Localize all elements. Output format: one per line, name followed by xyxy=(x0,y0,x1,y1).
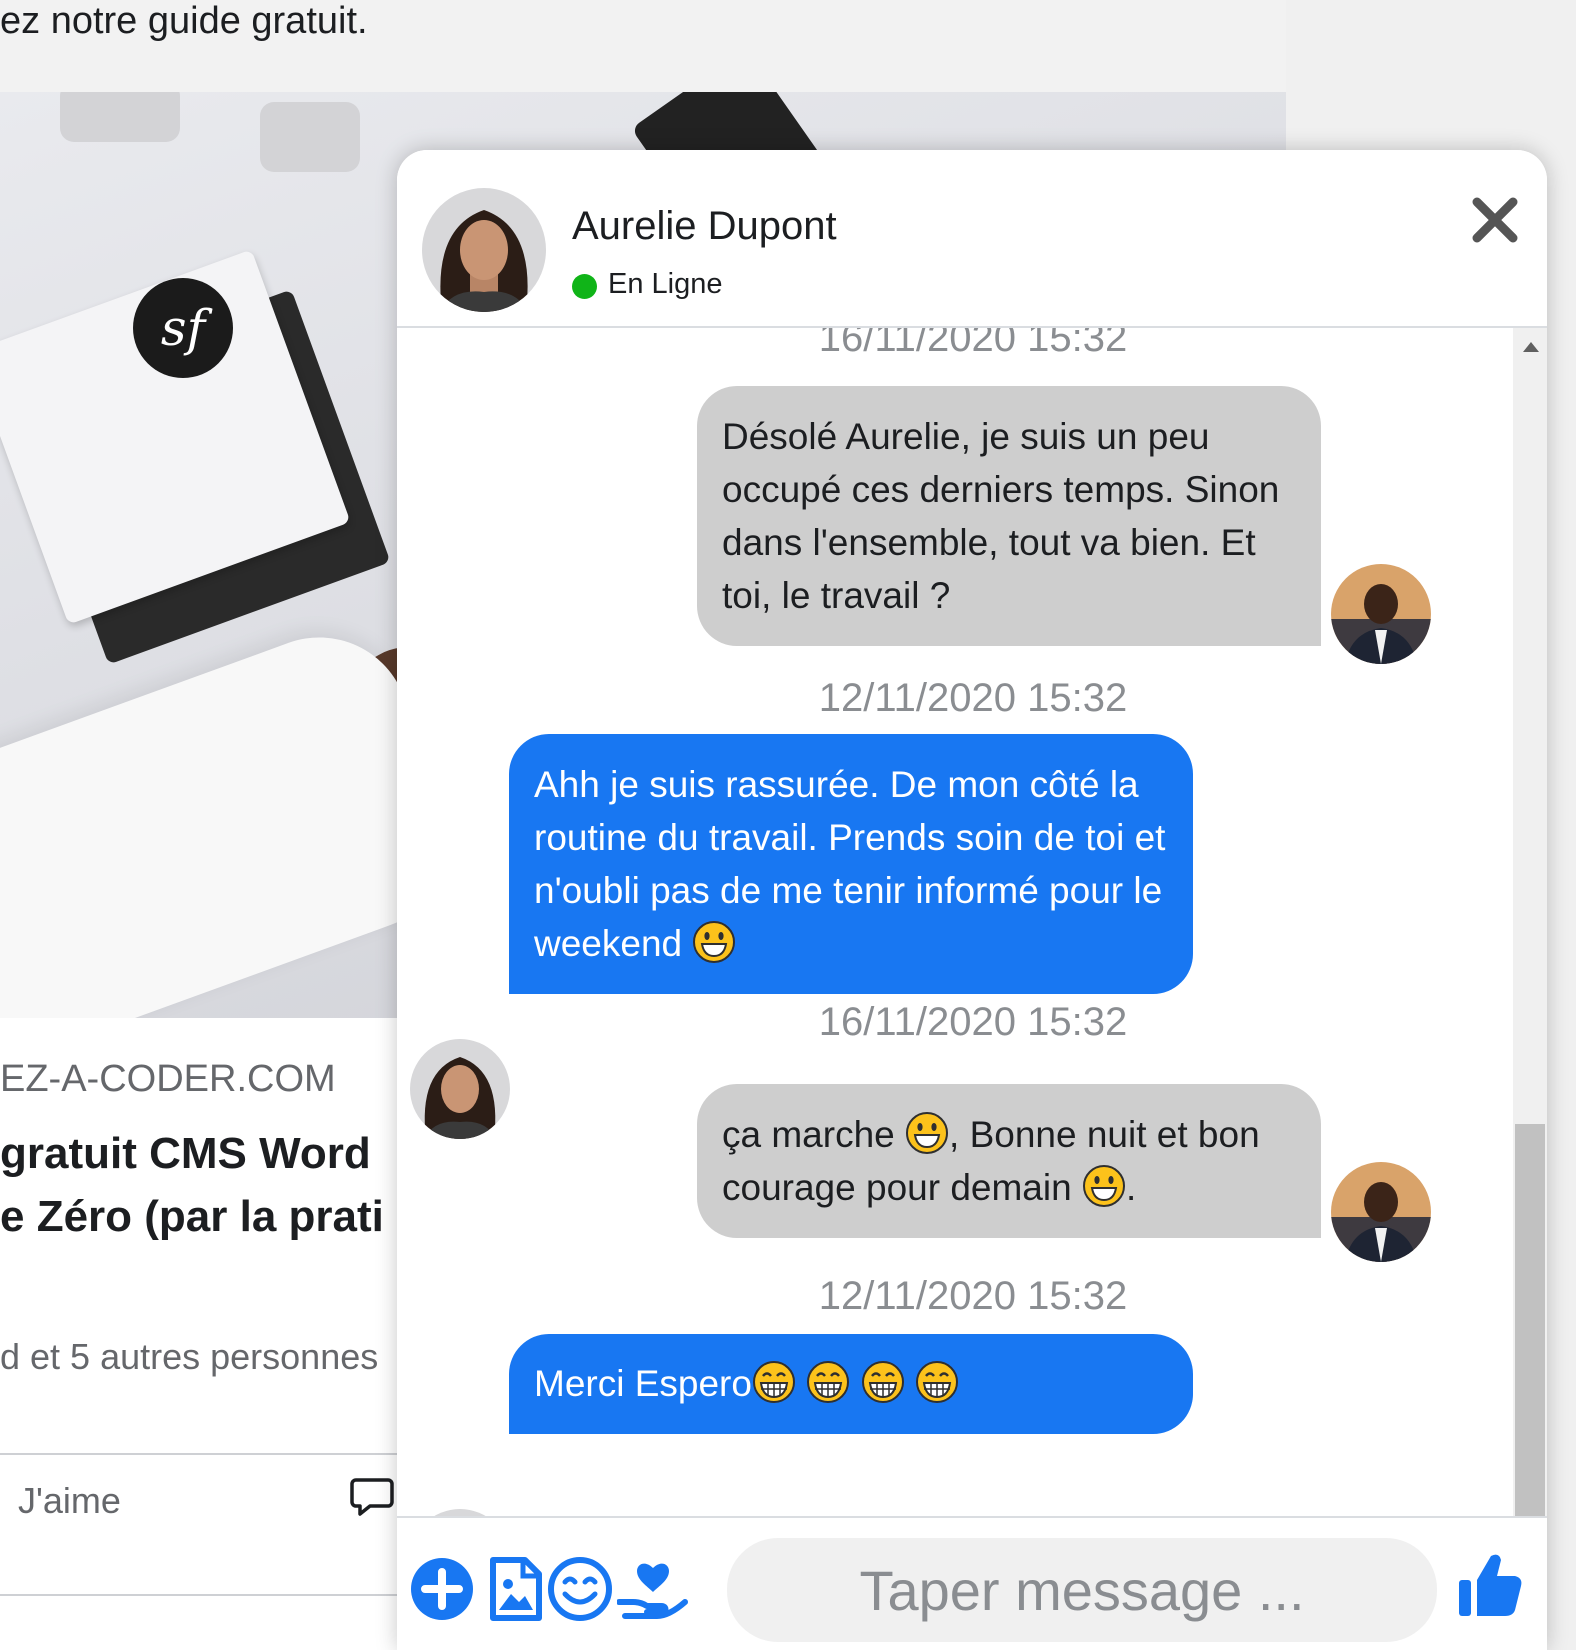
post-intro-text: ez notre guide gratuit. xyxy=(0,0,368,42)
message-text: ça marche xyxy=(722,1114,895,1155)
message-text: Merci Espero xyxy=(534,1363,752,1404)
contact-avatar[interactable] xyxy=(422,188,546,312)
post-domain: EZ-A-CODER.COM xyxy=(0,1058,336,1100)
contact-avatar-small[interactable] xyxy=(410,1039,510,1139)
decor-cube xyxy=(260,102,360,172)
beaming-emoji-icon xyxy=(861,1361,904,1403)
message-timestamp: 12/11/2020 15:32 xyxy=(818,676,1128,720)
image-file-icon[interactable] xyxy=(483,1556,549,1622)
heart-hand-icon[interactable] xyxy=(617,1556,689,1622)
message-text: Désolé Aurelie, je suis un peu occupé ce… xyxy=(722,416,1280,616)
chat-composer xyxy=(397,1516,1547,1650)
message-timestamp: 16/11/2020 15:32 xyxy=(818,1000,1128,1044)
messages-area[interactable]: 16/11/2020 15:32 Désolé Aurelie, je suis… xyxy=(397,328,1547,1650)
user-avatar[interactable] xyxy=(1331,564,1431,664)
symfony-logo-icon: sf xyxy=(133,278,233,378)
message-text: Ahh je suis rassurée. De mon côté la rou… xyxy=(534,764,1166,964)
thumbs-up-icon[interactable] xyxy=(1455,1550,1525,1620)
messages-scrollbar[interactable] xyxy=(1513,328,1547,1650)
beaming-emoji-icon xyxy=(807,1361,850,1403)
like-button[interactable]: J'aime xyxy=(18,1480,121,1522)
message-bubble-sent[interactable]: Désolé Aurelie, je suis un peu occupé ce… xyxy=(697,386,1321,646)
plus-circle-icon[interactable] xyxy=(409,1556,475,1622)
online-status-dot xyxy=(572,274,597,299)
grinning-emoji-icon xyxy=(1082,1165,1125,1207)
post-title[interactable]: gratuit CMS Word e Zéro (par la prati xyxy=(0,1122,384,1248)
chat-header: Aurelie Dupont En Ligne xyxy=(397,150,1547,328)
message-input[interactable] xyxy=(727,1538,1437,1642)
smiley-icon[interactable] xyxy=(547,1556,613,1622)
comment-icon[interactable] xyxy=(350,1474,394,1518)
post-likes-summary[interactable]: d et 5 autres personnes xyxy=(0,1336,378,1378)
chat-window: Aurelie Dupont En Ligne 16/11/2020 15:32… xyxy=(397,150,1547,1650)
scroll-up-arrow-icon[interactable] xyxy=(1523,342,1539,352)
grinning-emoji-icon xyxy=(906,1112,949,1154)
message-bubble-sent[interactable]: ça marche , Bonne nuit et bon courage po… xyxy=(697,1084,1321,1238)
online-status-text: En Ligne xyxy=(608,268,723,300)
decor-cube xyxy=(60,92,180,142)
beaming-emoji-icon xyxy=(752,1361,795,1403)
message-timestamp: 16/11/2020 15:32 xyxy=(818,328,1128,360)
message-timestamp: 12/11/2020 15:32 xyxy=(818,1274,1128,1318)
message-bubble-received[interactable]: Merci Espero xyxy=(509,1334,1193,1434)
post-header-area: ez notre guide gratuit. xyxy=(0,0,1286,92)
grinning-emoji-icon xyxy=(693,921,736,963)
message-text: . xyxy=(1125,1167,1137,1208)
message-bubble-received[interactable]: Ahh je suis rassurée. De mon côté la rou… xyxy=(509,734,1193,994)
user-avatar[interactable] xyxy=(1331,1162,1431,1262)
beaming-emoji-icon xyxy=(915,1361,958,1403)
contact-name: Aurelie Dupont xyxy=(572,204,837,248)
close-icon[interactable] xyxy=(1469,194,1521,246)
